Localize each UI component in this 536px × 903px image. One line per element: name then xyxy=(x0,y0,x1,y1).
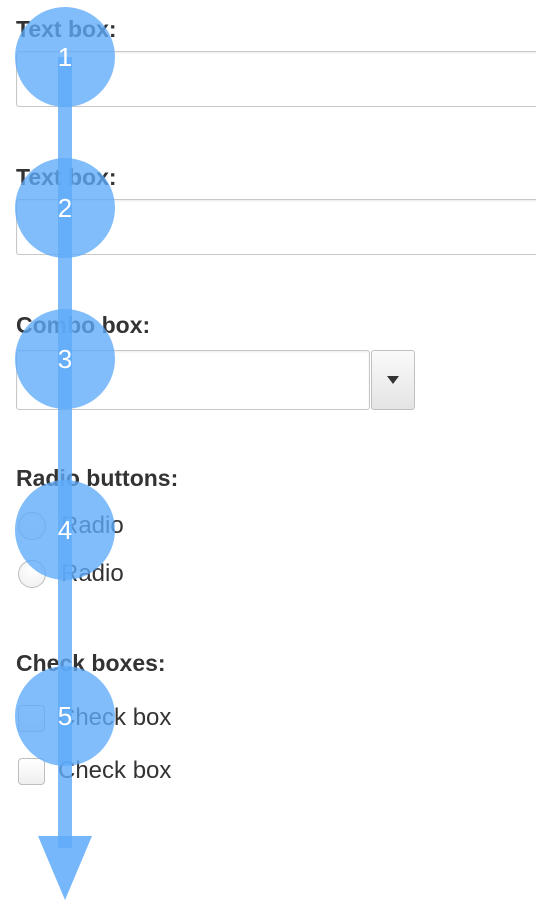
text-box-2-label: Text box: xyxy=(16,164,117,190)
text-box-1-label: Text box: xyxy=(16,16,117,42)
arrow-down-icon xyxy=(38,836,92,900)
radio-button-1[interactable] xyxy=(18,512,46,540)
checkbox-2[interactable] xyxy=(18,757,45,785)
radio-option-1-label: Radio xyxy=(61,512,124,539)
checkbox-option-2[interactable]: Check box xyxy=(18,754,171,788)
radio-option-2[interactable]: Radio xyxy=(18,557,124,591)
radio-button-2[interactable] xyxy=(18,560,46,588)
check-boxes-label: Check boxes: xyxy=(16,650,166,676)
combo-box-label: Combo box: xyxy=(16,312,151,338)
combo-box-input[interactable] xyxy=(16,350,370,410)
radio-option-2-label: Radio xyxy=(61,560,124,587)
radio-option-1[interactable]: Radio xyxy=(18,509,124,543)
text-box-1-input[interactable] xyxy=(16,51,536,107)
combo-box-toggle-button[interactable] xyxy=(371,350,415,410)
checkbox-option-1-label: Check box xyxy=(58,704,172,731)
triangle-down-icon xyxy=(387,376,399,384)
text-box-2-input[interactable] xyxy=(16,199,536,255)
checkbox-1[interactable] xyxy=(18,704,45,732)
checkbox-option-1[interactable]: Check box xyxy=(18,701,171,735)
checkbox-option-2-label: Check box xyxy=(58,757,172,784)
radio-buttons-label: Radio buttons: xyxy=(16,465,179,491)
